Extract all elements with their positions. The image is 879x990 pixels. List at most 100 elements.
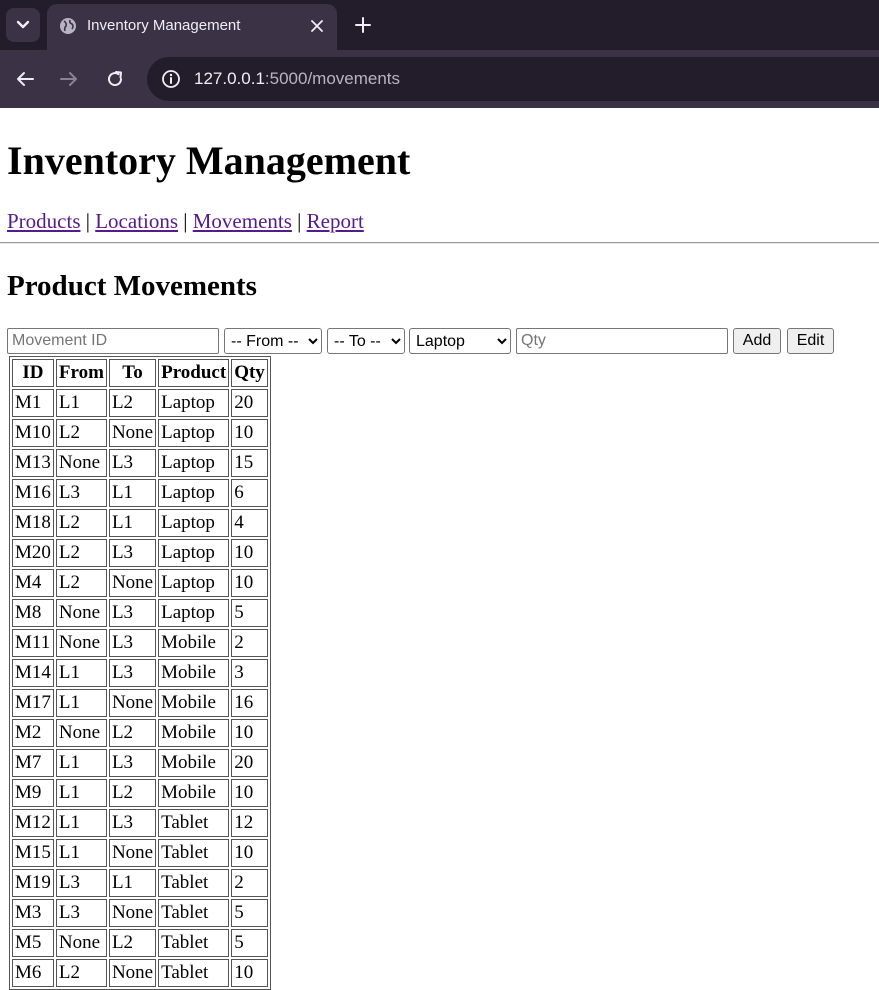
tab-strip: Inventory Management [0,0,879,50]
cell-id: M20 [12,539,54,567]
cell-id: M1 [12,389,54,417]
section-title: Product Movements [7,270,257,302]
column-header-to: To [108,359,157,387]
add-button[interactable]: Add [733,328,781,354]
table-row: M4 L2 None Laptop 10 [12,569,268,597]
cell-from: L1 [55,749,107,777]
cell-to: L3 [108,449,157,477]
table-row: M13 None L3 Laptop 15 [12,449,268,477]
cell-qty: 2 [231,869,268,897]
table-row: M19 L3 L1 Tablet 2 [12,869,268,897]
table-row: M9 L1 L2 Mobile 10 [12,779,268,807]
cell-qty: 20 [231,389,268,417]
cell-id: M5 [12,929,54,957]
table-row: M2 None L2 Mobile 10 [12,719,268,747]
table-header-row: ID From To Product Qty [12,359,268,387]
table-body: M1 L1 L2 Laptop 20 M10 L2 None Laptop 10 M13 None L3… [12,389,268,987]
url-path: :5000/movements [264,69,401,88]
cell-to: L1 [108,869,157,897]
cell-from: L2 [55,419,107,447]
nav-separator: | [85,209,90,233]
cell-qty: 6 [231,479,268,507]
cell-qty: 10 [231,839,268,867]
cell-from: L1 [55,659,107,687]
cell-to: None [108,899,157,927]
info-icon [162,70,180,88]
new-tab-button[interactable] [351,13,375,37]
cell-id: M4 [12,569,54,597]
cell-to: L1 [108,479,157,507]
cell-from: None [55,599,107,627]
column-header-id: ID [12,359,54,387]
from-location-select[interactable]: -- From -- [224,328,322,354]
nav-link-products[interactable]: Products [7,209,81,233]
cell-to: None [108,419,157,447]
cell-qty: 4 [231,509,268,537]
cell-id: M11 [12,629,54,657]
cell-qty: 12 [231,809,268,837]
globe-icon [60,18,76,34]
to-location-select[interactable]: -- To -- [327,328,405,354]
cell-qty: 5 [231,929,268,957]
table-row: M3 L3 None Tablet 5 [12,899,268,927]
cell-to: L3 [108,659,157,687]
cell-from: L3 [55,869,107,897]
cell-id: M9 [12,779,54,807]
cell-qty: 10 [231,569,268,597]
nav-link-locations[interactable]: Locations [95,209,178,233]
movement-id-input[interactable] [7,328,219,354]
nav-separator: | [297,209,302,233]
tab-close-button[interactable] [307,16,327,36]
table-row: M8 None L3 Laptop 5 [12,599,268,627]
cell-qty: 10 [231,779,268,807]
cell-id: M2 [12,719,54,747]
table-row: M10 L2 None Laptop 10 [12,419,268,447]
table-row: M7 L1 L3 Mobile 20 [12,749,268,777]
qty-input[interactable] [516,328,728,354]
tab-search-button[interactable] [6,8,40,42]
table-row: M11 None L3 Mobile 2 [12,629,268,657]
url-text[interactable]: 127.0.0.1:5000/movements [194,69,400,89]
site-info-button[interactable] [157,65,185,93]
cell-id: M16 [12,479,54,507]
cell-product: Laptop [158,389,230,417]
cell-to: L3 [108,599,157,627]
cell-product: Tablet [158,839,230,867]
reload-icon [108,71,123,87]
cell-from: L2 [55,569,107,597]
cell-to: L3 [108,749,157,777]
cell-from: L2 [55,509,107,537]
cell-to: L2 [108,719,157,747]
cell-qty: 16 [231,689,268,717]
cell-to: None [108,689,157,717]
product-select[interactable]: Laptop [409,328,511,354]
table-row: M5 None L2 Tablet 5 [12,929,268,957]
cell-qty: 2 [231,629,268,657]
cell-product: Mobile [158,689,230,717]
cell-to: L3 [108,809,157,837]
back-button[interactable] [10,64,40,94]
edit-button[interactable]: Edit [787,328,834,354]
reload-button[interactable] [100,64,130,94]
cell-from: L1 [55,689,107,717]
cell-qty: 20 [231,749,268,777]
cell-to: L2 [108,779,157,807]
cell-product: Tablet [158,929,230,957]
cell-from: L3 [55,479,107,507]
address-bar[interactable]: 127.0.0.1:5000/movements [147,57,879,101]
cell-to: None [108,839,157,867]
active-tab[interactable]: Inventory Management [47,4,337,50]
cell-to: L2 [108,929,157,957]
nav-link-movements[interactable]: Movements [193,209,292,233]
nav-link-report[interactable]: Report [307,209,364,233]
forward-button[interactable] [54,64,84,94]
cell-product: Tablet [158,869,230,897]
column-header-qty: Qty [231,359,268,387]
close-icon [311,20,323,32]
cell-product: Laptop [158,509,230,537]
cell-product: Laptop [158,599,230,627]
cell-qty: 10 [231,539,268,567]
cell-id: M12 [12,809,54,837]
cell-qty: 15 [231,449,268,477]
cell-from: None [55,449,107,477]
